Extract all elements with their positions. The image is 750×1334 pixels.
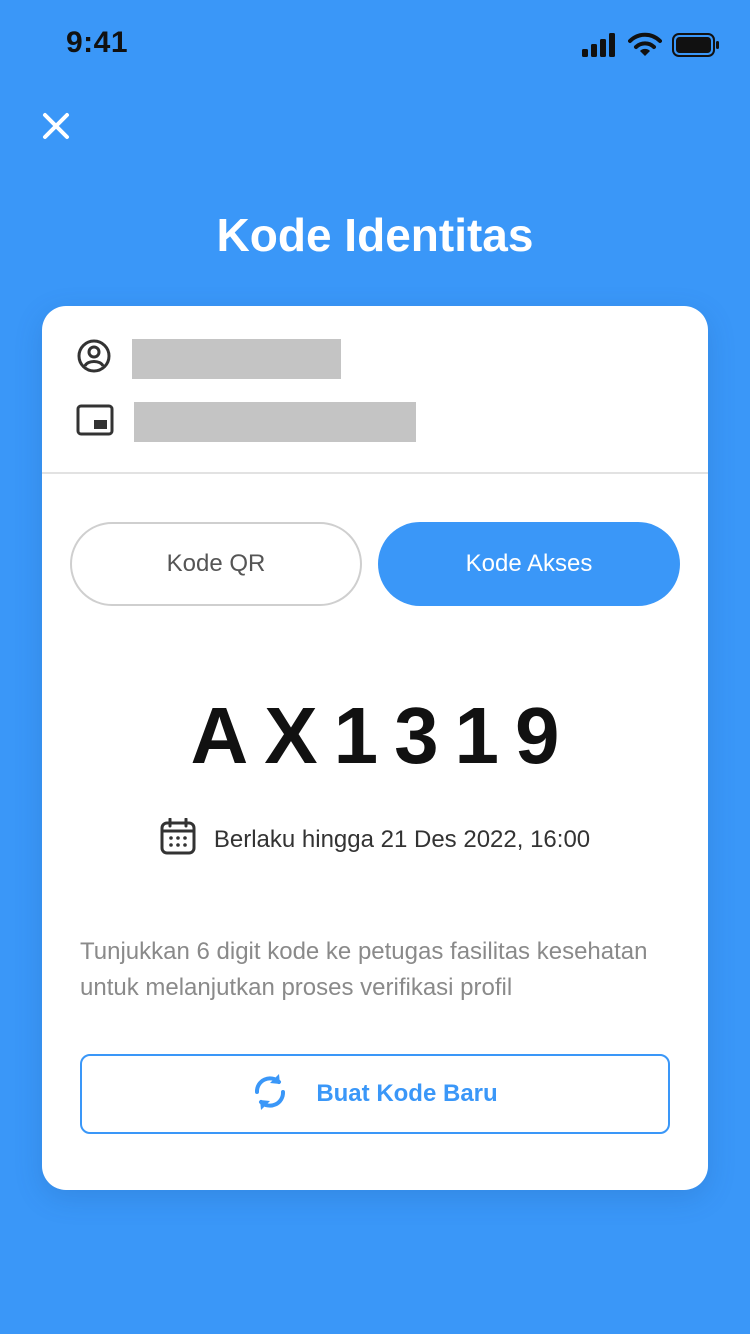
tab-qr-code[interactable]: Kode QR xyxy=(70,522,362,606)
user-name-placeholder xyxy=(132,338,341,379)
identity-card: Kode QR Kode Akses AX1319 Berlaku hingga… xyxy=(42,306,708,1190)
close-icon xyxy=(42,112,70,145)
cellular-signal-icon xyxy=(582,33,618,62)
status-time: 9:41 xyxy=(66,26,129,59)
status-bar: 9:41 xyxy=(0,0,750,90)
generate-new-code-button[interactable]: Buat Kode Baru xyxy=(80,1054,670,1134)
calendar-icon xyxy=(160,817,196,861)
generate-new-code-label: Buat Kode Baru xyxy=(316,1080,498,1107)
instruction-text: Tunjukkan 6 digit kode ke petugas fasili… xyxy=(80,938,648,1001)
user-circle-icon xyxy=(76,338,112,379)
id-card-icon xyxy=(76,403,114,442)
validity-info: Berlaku hingga 21 Des 2022, 16:00 xyxy=(42,817,708,861)
close-button[interactable] xyxy=(36,108,76,148)
access-code: AX1319 xyxy=(190,691,576,780)
wifi-icon xyxy=(628,32,662,63)
user-name-row xyxy=(76,338,341,379)
battery-icon xyxy=(672,33,720,62)
tab-access-code[interactable]: Kode Akses xyxy=(378,522,680,606)
id-number-row xyxy=(76,402,416,442)
validity-text: Berlaku hingga 21 Des 2022, 16:00 xyxy=(213,825,591,853)
page-title: Kode Identitas xyxy=(216,209,534,261)
status-icons xyxy=(582,32,720,63)
id-number-placeholder xyxy=(134,402,416,442)
card-divider xyxy=(42,472,708,474)
refresh-icon xyxy=(252,1071,288,1118)
